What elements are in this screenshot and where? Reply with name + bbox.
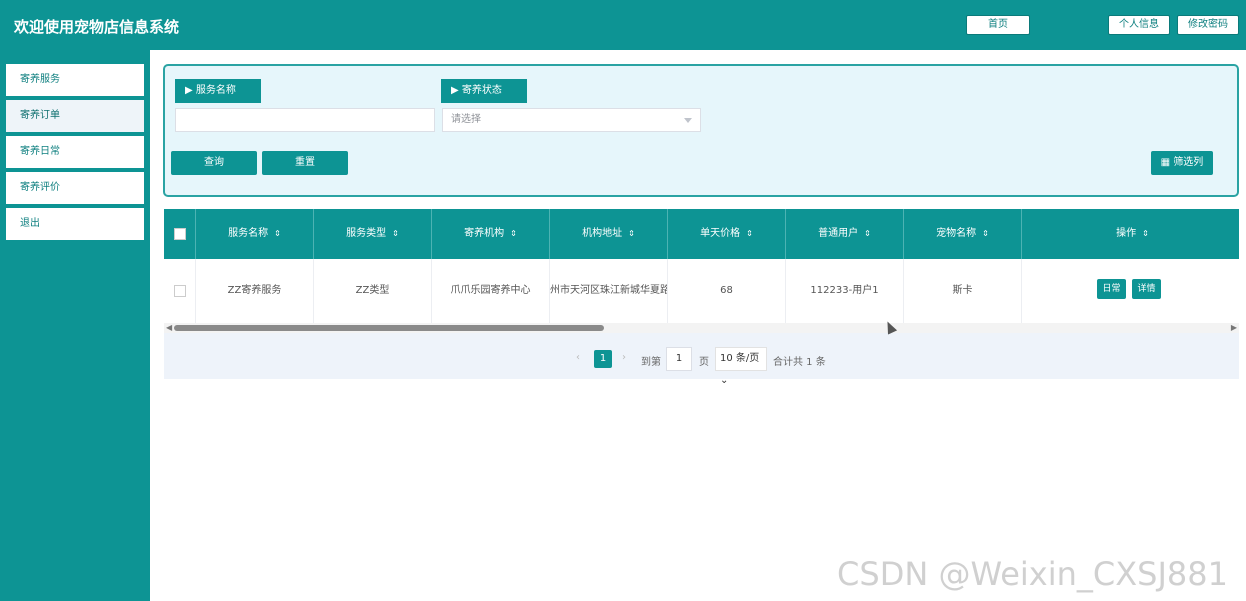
status-placeholder: 请选择 [451,114,481,125]
data-table: 服务名称 ⇕ 服务类型 ⇕ 寄养机构 ⇕ 机构地址 ⇕ 单天价格 ⇕ 普通用户 ⇕ 宠物名称… [164,209,1239,386]
sort-icon: ⇕ [510,229,517,238]
total-count: 合计共 1 条 [773,357,826,368]
horizontal-scrollbar[interactable]: ◀ ▶ [164,323,1239,333]
scroll-left-icon[interactable]: ◀ [166,323,172,333]
sort-icon: ⇕ [1142,229,1149,238]
column-header-address[interactable]: 机构地址 ⇕ [550,209,668,259]
column-header-actions[interactable]: 操作 ⇕ [1026,209,1239,259]
page-unit-label: 页 [699,357,709,368]
boarding-status-label: ▶ 寄养状态 [441,79,527,103]
search-panel: ▶ 服务名称 ▶ 寄养状态 请选择 查询 重置 ▦ 筛选列 [163,64,1239,197]
nav-home-button[interactable]: 首页 [966,15,1030,35]
reset-button[interactable]: 重置 [262,151,348,175]
next-page-icon[interactable]: › [622,352,626,363]
filter-columns-button[interactable]: ▦ 筛选列 [1151,151,1213,175]
cell-daily-price: 68 [668,259,786,323]
sidebar: 寄养服务 寄养订单 寄养日常 寄养评价 退出 [0,50,150,601]
row-select-cell [164,259,196,323]
top-bar: 欢迎使用宠物店信息系统 首页 个人信息 修改密码 [0,0,1246,50]
filter-columns-label: 筛选列 [1173,157,1204,168]
app-title: 欢迎使用宠物店信息系统 [14,18,180,36]
sidebar-item-boarding-order[interactable]: 寄养订单 [6,100,144,132]
watermark: CSDN @Weixin_CXSJ881 [837,555,1228,593]
chevron-down-icon: ⌄ [720,375,729,386]
cell-user: 112233-用户1 [786,259,904,323]
detail-button[interactable]: 详情 [1132,279,1161,299]
sidebar-item-boarding-review[interactable]: 寄养评价 [6,172,144,204]
sort-icon: ⇕ [628,229,635,238]
service-name-label: ▶ 服务名称 [175,79,261,103]
cell-address: 州市天河区珠江新城华夏路10 [550,259,668,323]
sidebar-item-logout[interactable]: 退出 [6,208,144,240]
table-row: ZZ寄养服务 ZZ类型 爪爪乐园寄养中心 州市天河区珠江新城华夏路10 68 1… [164,259,1239,323]
column-header-pet-name[interactable]: 宠物名称 ⇕ [904,209,1022,259]
daily-button[interactable]: 日常 [1097,279,1126,299]
goto-page-input[interactable]: 1 [666,347,692,371]
cell-actions: 日常 详情 [1026,259,1239,323]
prev-page-icon[interactable]: ‹ [576,352,580,363]
cell-agency: 爪爪乐园寄养中心 [432,259,550,323]
scroll-right-icon[interactable]: ▶ [1231,323,1237,333]
nav-profile-button[interactable]: 个人信息 [1108,15,1170,35]
column-header-user[interactable]: 普通用户 ⇕ [786,209,904,259]
chevron-down-icon [684,118,692,123]
query-button[interactable]: 查询 [171,151,257,175]
sidebar-item-boarding-daily[interactable]: 寄养日常 [6,136,144,168]
goto-label: 到第 [641,357,661,368]
nav-change-password-button[interactable]: 修改密码 [1177,15,1239,35]
row-checkbox[interactable] [174,285,186,297]
pagination: ‹ 1 › 到第 1 页 10 条/页 ⌄ 合计共 1 条 [164,347,1239,386]
cell-service-type: ZZ类型 [314,259,432,323]
grid-icon: ▦ [1160,157,1174,168]
sort-icon: ⇕ [746,229,753,238]
sort-icon: ⇕ [392,229,399,238]
column-header-daily-price[interactable]: 单天价格 ⇕ [668,209,786,259]
cell-service-name: ZZ寄养服务 [196,259,314,323]
page-size-value: 10 条/页 [720,353,760,364]
column-header-agency[interactable]: 寄养机构 ⇕ [432,209,550,259]
sort-icon: ⇕ [274,229,281,238]
scrollbar-thumb[interactable] [174,325,604,331]
header-select-all-cell [164,209,196,259]
cell-pet-name: 斯卡 [904,259,1022,323]
sidebar-item-boarding-service[interactable]: 寄养服务 [6,64,144,96]
boarding-status-select[interactable]: 请选择 [442,108,701,132]
table-header: 服务名称 ⇕ 服务类型 ⇕ 寄养机构 ⇕ 机构地址 ⇕ 单天价格 ⇕ 普通用户 ⇕ 宠物名称… [164,209,1239,259]
column-header-service-type[interactable]: 服务类型 ⇕ [314,209,432,259]
page-size-select[interactable]: 10 条/页 ⌄ [715,347,767,386]
sort-icon: ⇕ [864,229,871,238]
column-header-service-name[interactable]: 服务名称 ⇕ [196,209,314,259]
service-name-input[interactable] [175,108,435,132]
select-all-checkbox[interactable] [174,228,186,240]
sort-icon: ⇕ [982,229,989,238]
page-number-current[interactable]: 1 [594,350,612,368]
